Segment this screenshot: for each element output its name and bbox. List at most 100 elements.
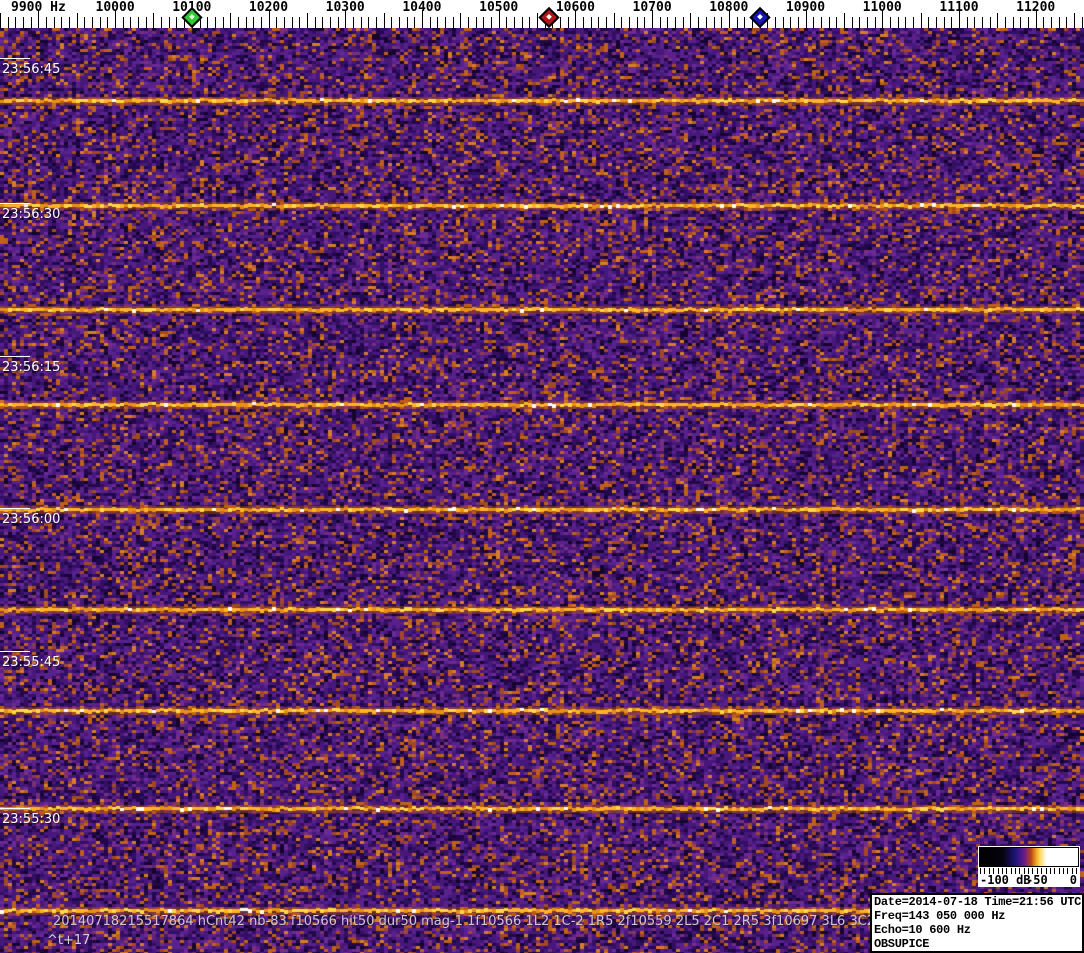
axis-tick [84,17,86,28]
info-line-1: Freq=143 050 000 Hz [874,909,1006,923]
info-line-2: Echo=10 600 Hz [874,923,971,937]
axis-tick [383,13,385,28]
axis-tick [1074,13,1075,28]
red-marker-core [546,13,553,20]
blue-marker-core [756,13,763,20]
freq-axis-label: 10500 [479,0,519,15]
axis-tick [322,17,324,28]
axis-tick [943,17,945,28]
axis-tick [23,17,24,28]
colorbar-label-min: -100 dB [980,873,1031,887]
axis-tick [560,17,561,28]
axis-tick [537,13,538,28]
axis-tick [966,17,968,28]
time-tick [0,808,30,809]
colorbar-tick [1067,868,1069,874]
axis-tick [360,17,362,28]
freq-axis-label: 11100 [939,0,979,15]
axis-tick [283,17,285,28]
freq-axis-label: 10900 [785,0,826,15]
colorbar-tick [993,868,995,874]
freq-axis-label: 10000 [95,0,135,15]
axis-tick [1081,17,1083,28]
axis-tick [375,17,377,28]
axis-tick [253,17,255,28]
axis-tick [736,17,738,28]
axis-tick [352,17,354,28]
axis-tick [153,13,155,28]
time-label: 23:55:45 [2,655,61,670]
axis-tick [329,17,331,28]
axis-tick [636,17,638,28]
axis-tick [935,17,937,28]
axis-tick [721,17,723,28]
colorbar-tick [1049,868,1051,874]
axis-tick [843,13,845,28]
axis-tick [698,17,700,28]
axis-tick [774,17,776,28]
info-line-0: Date=2014-07-18 Time=21:56 UTC [874,895,1082,909]
axis-tick [161,17,163,28]
axis-tick [583,17,584,28]
axis-tick [1066,17,1068,28]
axis-tick [521,17,523,28]
time-label: 23:56:45 [2,62,61,77]
colorbar-tick [1041,868,1043,874]
axis-tick [790,17,792,28]
axis-tick [53,17,55,28]
time-label: 23:56:15 [2,360,61,375]
colorbar-tick [1028,868,1029,874]
freq-axis-label: 11000 [862,0,902,15]
freq-axis-label: 10600 [555,0,595,15]
colorbar-tick [1076,868,1077,874]
colorbar-tick [1071,868,1073,874]
freq-axis-label: 10400 [402,0,442,15]
axis-tick [974,17,976,28]
axis-tick [491,17,492,28]
axis-tick [30,17,32,28]
colorbar-tick [997,868,999,874]
axis-tick [905,17,907,28]
time-label: 23:55:30 [2,812,61,827]
axis-tick [230,13,232,28]
axis-tick [1028,17,1029,28]
cursor-note: ^t+17 [47,933,91,948]
detection-annotation: 20140718215517864 hCnt42 nb-83 f10566 hi… [53,914,905,929]
axis-tick [590,17,592,28]
axis-tick [138,17,140,28]
time-label: 23:56:00 [2,512,61,527]
colorbar-tick [1023,868,1025,874]
colorbar-tick [1045,868,1047,874]
time-tick [0,651,30,652]
axis-tick [276,17,278,28]
axis-tick [483,17,485,28]
axis-tick [406,17,408,28]
axis-tick [889,17,891,28]
axis-tick [920,13,922,28]
axis-tick [567,17,569,28]
freq-axis-label: 9900 Hz [10,0,66,15]
axis-tick [613,13,615,28]
time-label: 23:56:30 [2,207,61,222]
axis-tick [237,17,239,28]
axis-tick [820,17,822,28]
axis-tick [621,17,623,28]
colorbar-label-mid: -50 [1026,873,1048,887]
axis-tick [214,17,216,28]
axis-tick [107,17,109,28]
axis-tick [92,17,94,28]
axis-tick [1043,17,1045,28]
axis-tick [828,17,830,28]
axis-tick [928,17,930,28]
axis-tick [460,13,462,28]
axis-tick [398,17,400,28]
colorbar-tick [1058,868,1060,874]
axis-tick [437,17,439,28]
axis-tick [874,17,876,28]
colorbar-tick [1062,868,1064,874]
colorbar-tick [1010,868,1012,874]
axis-tick [529,17,531,28]
axis-tick [176,17,178,28]
axis-tick [797,17,799,28]
freq-axis-label: 10300 [325,0,365,15]
